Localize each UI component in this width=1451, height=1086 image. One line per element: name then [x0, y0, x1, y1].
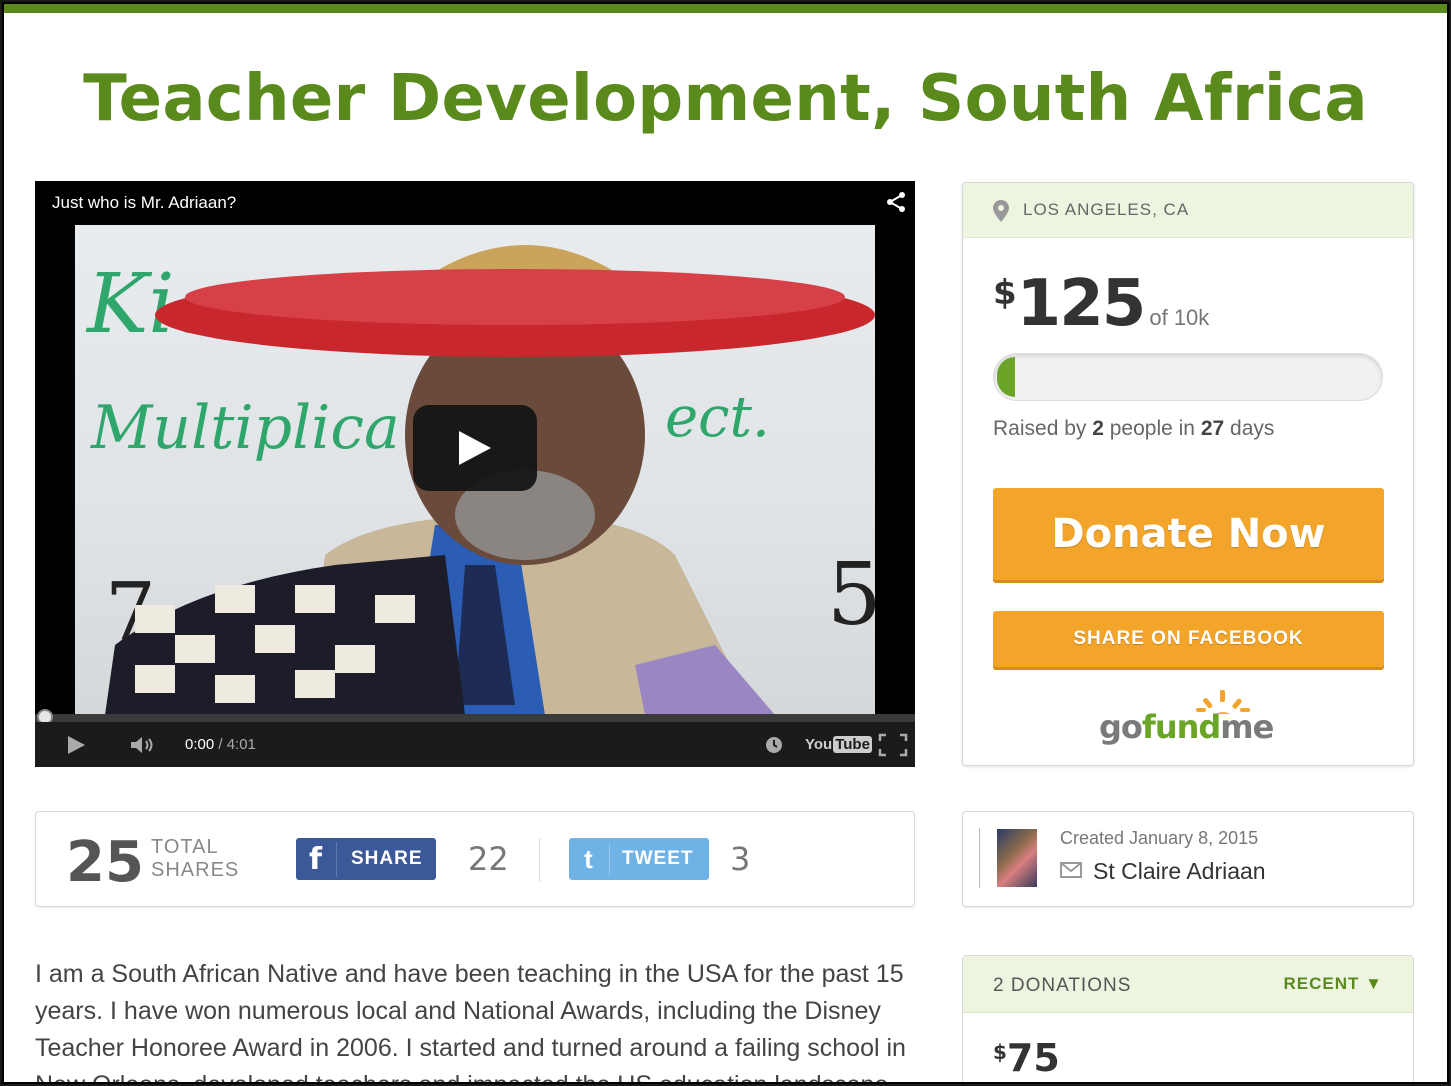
twitter-share-count: 3 [730, 840, 751, 878]
watch-later-icon[interactable] [765, 722, 783, 767]
goal-amount: of 10k [1149, 305, 1210, 330]
facebook-share-button[interactable]: f SHARE [296, 838, 436, 880]
campaign-card: LOS ANGELES, CA $125 of 10k Raised by 2 … [962, 182, 1414, 766]
play-button[interactable] [413, 405, 537, 491]
youtube-you: You [805, 736, 833, 753]
video-controls: 0:00 / 4:01 You Tube [35, 722, 915, 767]
created-date: Created January 8, 2015 [1060, 828, 1259, 848]
chevron-down-icon: ▼ [1365, 974, 1383, 993]
fullscreen-icon[interactable] [878, 722, 908, 767]
creator-divider [979, 828, 980, 888]
currency-symbol: $ [993, 273, 1017, 313]
donation-value: 75 [1006, 1036, 1060, 1080]
days-count: 27 [1200, 417, 1225, 440]
funding-progress-fill [997, 357, 1015, 397]
donations-count: 2 DONATIONS [993, 975, 1132, 996]
video-title[interactable]: Just who is Mr. Adriaan? [52, 193, 236, 213]
share-icon[interactable] [885, 191, 907, 218]
brand-me: me [1220, 708, 1274, 746]
donate-now-button[interactable]: Donate Now [993, 488, 1384, 580]
time-total: / 4:01 [218, 736, 256, 753]
video-player[interactable]: Kia Multiplica ect. 7 5 Just who is Mr. … [35, 181, 915, 767]
map-pin-icon [993, 200, 1009, 227]
youtube-logo[interactable]: You Tube [805, 722, 872, 767]
creator-card: Created January 8, 2015 St Claire Adriaa… [962, 811, 1414, 907]
raised-prefix: Raised by [993, 417, 1093, 440]
gofundme-wordmark: gofundme [1099, 708, 1274, 746]
amount-raised: $125 of 10k [993, 267, 1209, 341]
page-frame: Teacher Development, South Africa Kia Mu… [2, 2, 1449, 1084]
location-header: LOS ANGELES, CA [963, 183, 1413, 238]
play-icon [459, 431, 491, 465]
brand-go: go [1099, 708, 1143, 746]
share-on-facebook-button[interactable]: SHARE ON FACEBOOK [993, 611, 1384, 667]
video-time: 0:00 / 4:01 [185, 722, 256, 767]
raised-amount: 125 [1016, 267, 1147, 341]
recent-label: RECENT [1283, 974, 1360, 993]
twitter-icon: t [569, 843, 610, 875]
twitter-tweet-button[interactable]: t TWEET [569, 838, 709, 880]
avatar[interactable] [997, 829, 1037, 887]
top-accent-bar [4, 4, 1447, 13]
total-shares-label: TOTAL SHARES [151, 836, 239, 882]
creator-name[interactable]: St Claire Adriaan [1093, 858, 1266, 885]
raised-suffix: days [1224, 417, 1275, 440]
donations-header: 2 DONATIONS RECENT ▼ [963, 956, 1413, 1013]
raised-mid: people in [1103, 417, 1201, 440]
volume-icon[interactable] [129, 722, 157, 767]
facebook-share-count: 22 [468, 840, 509, 878]
brand-fund: fund [1141, 708, 1221, 746]
youtube-tube: Tube [833, 736, 872, 753]
total-label-line2: SHARES [151, 859, 240, 881]
facebook-icon: f [296, 841, 337, 877]
mail-icon[interactable] [1060, 862, 1082, 883]
recent-sort-dropdown[interactable]: RECENT ▼ [1284, 974, 1383, 994]
donations-card: 2 DONATIONS RECENT ▼ $75 [962, 955, 1414, 1082]
total-label-line1: TOTAL [151, 836, 219, 858]
gofundme-logo[interactable]: gofundme [1093, 688, 1293, 748]
time-current: 0:00 [185, 736, 215, 753]
campaign-location[interactable]: LOS ANGELES, CA [1023, 200, 1189, 220]
twitter-tweet-label: TWEET [622, 848, 694, 869]
video-progress-bar[interactable] [35, 714, 915, 722]
campaign-story: I am a South African Native and have bee… [35, 960, 906, 1082]
raised-summary: Raised by 2 people in 27 days [993, 417, 1274, 441]
video-title-bar: Just who is Mr. Adriaan? [35, 181, 915, 225]
donor-count: 2 [1092, 417, 1104, 440]
play-icon[interactable] [65, 722, 87, 767]
total-shares-count: 25 [66, 830, 144, 895]
donation-currency: $ [993, 1040, 1007, 1064]
share-bar: 25 TOTAL SHARES f SHARE 22 t TWEET 3 [35, 811, 915, 907]
facebook-share-label: SHARE [351, 848, 423, 869]
share-divider [539, 838, 540, 882]
funding-progress-bar [993, 353, 1383, 401]
donation-amount: $75 [993, 1036, 1060, 1080]
page-title: Teacher Development, South Africa [83, 62, 1368, 136]
